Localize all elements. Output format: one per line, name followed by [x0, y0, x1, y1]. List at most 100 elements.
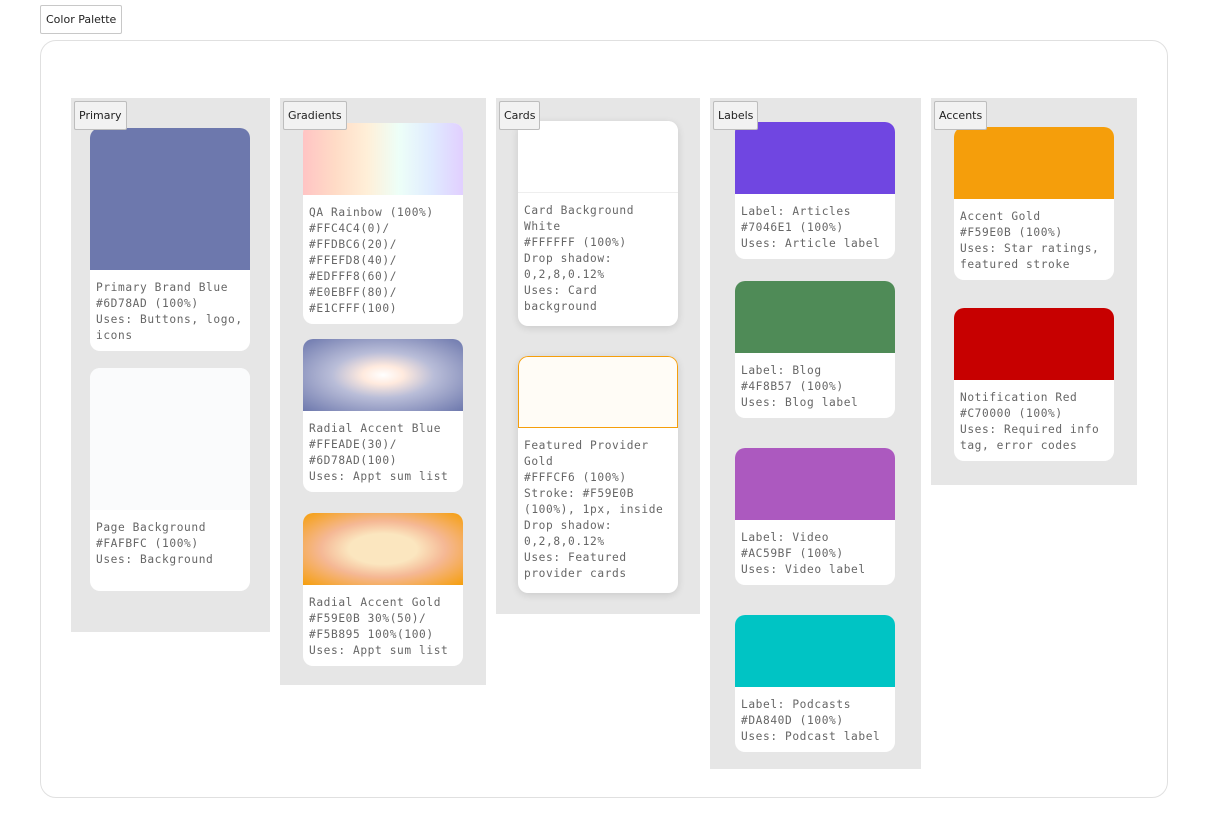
swatch-description: Card Background White #FFFFFF (100%) Dro…: [518, 193, 678, 326]
swatch-usage: Uses: Appt sum list: [309, 644, 449, 657]
group-labels: Labels Label: Articles #7046E1 (100%) Us…: [710, 98, 921, 769]
swatch-hex: #FFFFFF (100%): [524, 236, 627, 249]
swatch-title: Label: Blog: [741, 364, 822, 377]
swatch-card-label-video[interactable]: Label: Video #AC59BF (100%) Uses: Video …: [735, 448, 895, 585]
color-swatch: [518, 121, 678, 193]
swatch-card-accent-gold[interactable]: Accent Gold #F59E0B (100%) Uses: Star ra…: [954, 127, 1114, 280]
swatch-title: Accent Gold: [960, 210, 1041, 223]
swatch-title: Radial Accent Blue: [309, 422, 442, 435]
swatch-description: Radial Accent Gold #F59E0B 30%(50)/ #F5B…: [303, 585, 463, 666]
color-swatch: [735, 122, 895, 194]
group-tag-accents[interactable]: Accents: [934, 101, 988, 130]
gradient-stop: #6D78AD(100): [309, 454, 398, 467]
gradient-stop: #FFEFD8(40)/: [309, 254, 398, 267]
group-tag-cards[interactable]: Cards: [499, 101, 541, 130]
swatch-hex: #F59E0B (100%): [960, 226, 1063, 239]
gradient-stop: #E1CFFF(100): [309, 302, 398, 315]
swatch-card-notification-red[interactable]: Notification Red #C70000 (100%) Uses: Re…: [954, 308, 1114, 461]
swatch-description: Notification Red #C70000 (100%) Uses: Re…: [954, 380, 1114, 461]
swatch-title: Label: Video: [741, 531, 830, 544]
group-primary: Primary Primary Brand Blue #6D78AD (100%…: [71, 98, 270, 632]
swatch-title: Label: Podcasts: [741, 698, 852, 711]
swatch-usage: tag, error codes: [960, 439, 1078, 452]
swatch-description: Featured Provider Gold #FFFCF6 (100%) St…: [518, 428, 678, 593]
color-swatch: [518, 356, 678, 428]
swatch-usage: Uses: Required info: [960, 423, 1100, 436]
swatch-card-label-articles[interactable]: Label: Articles #7046E1 (100%) Uses: Art…: [735, 122, 895, 259]
gradient-stop: #FFDBC6(20)/: [309, 238, 398, 251]
color-swatch: [735, 615, 895, 687]
swatch-usage: provider cards: [524, 567, 627, 580]
swatch-description: Label: Articles #7046E1 (100%) Uses: Art…: [735, 194, 895, 259]
gradient-stop: #FFC4C4(0)/: [309, 222, 390, 235]
group-cards: Cards Card Background White #FFFFFF (100…: [496, 98, 700, 614]
swatch-hex: #DA840D (100%): [741, 714, 844, 727]
frame-title-tag[interactable]: Color Palette: [40, 5, 123, 34]
swatch-usage: Uses: Card: [524, 284, 598, 297]
swatch-title: Label: Articles: [741, 205, 852, 218]
swatch-hex: #4F8B57 (100%): [741, 380, 844, 393]
swatch-title: QA Rainbow (100%): [309, 206, 434, 219]
gradient-swatch: [303, 123, 463, 195]
color-swatch: [90, 128, 250, 270]
swatch-usage: Uses: Video label: [741, 563, 866, 576]
color-swatch: [954, 127, 1114, 199]
swatch-usage: icons: [96, 329, 133, 342]
swatch-shadow: Drop shadow:: [524, 252, 613, 265]
swatch-hex: #FAFBFC (100%): [96, 537, 199, 550]
swatch-title: Featured Provider: [524, 439, 649, 452]
swatch-usage: Uses: Appt sum list: [309, 470, 449, 483]
swatch-title: White: [524, 220, 561, 233]
swatch-shadow: 0,2,8,0.12%: [524, 268, 605, 281]
group-tag-primary[interactable]: Primary: [74, 101, 127, 130]
swatch-usage: Uses: Star ratings,: [960, 242, 1100, 255]
gradient-swatch: [303, 513, 463, 585]
swatch-usage: Uses: Article label: [741, 237, 881, 250]
swatch-usage: featured stroke: [960, 258, 1071, 271]
swatch-hex: #AC59BF (100%): [741, 547, 844, 560]
swatch-description: Radial Accent Blue #FFEADE(30)/ #6D78AD(…: [303, 411, 463, 492]
swatch-hex: #6D78AD (100%): [96, 297, 199, 310]
swatch-usage: background: [524, 300, 598, 313]
swatch-card-radial-accent-blue[interactable]: Radial Accent Blue #FFEADE(30)/ #6D78AD(…: [303, 339, 463, 492]
swatch-card-page-background[interactable]: Page Background #FAFBFC (100%) Uses: Bac…: [90, 368, 250, 591]
swatch-stroke: Stroke: #F59E0B: [524, 487, 635, 500]
swatch-description: Label: Podcasts #DA840D (100%) Uses: Pod…: [735, 687, 895, 752]
color-swatch: [735, 281, 895, 353]
swatch-card-featured-provider-gold[interactable]: Featured Provider Gold #FFFCF6 (100%) St…: [518, 356, 678, 593]
swatch-card-radial-accent-gold[interactable]: Radial Accent Gold #F59E0B 30%(50)/ #F5B…: [303, 513, 463, 666]
swatch-card-label-podcasts[interactable]: Label: Podcasts #DA840D (100%) Uses: Pod…: [735, 615, 895, 752]
swatch-description: Primary Brand Blue #6D78AD (100%) Uses: …: [90, 270, 250, 351]
swatch-usage: Uses: Podcast label: [741, 730, 881, 743]
swatch-title: Card Background: [524, 204, 635, 217]
group-tag-labels[interactable]: Labels: [713, 101, 759, 130]
swatch-shadow: Drop shadow:: [524, 519, 613, 532]
swatch-hex: #FFFCF6 (100%): [524, 471, 627, 484]
swatch-stroke: (100%), 1px, inside: [524, 503, 664, 516]
swatch-title: Primary Brand Blue: [96, 281, 229, 294]
group-accents: Accents Accent Gold #F59E0B (100%) Uses:…: [931, 98, 1137, 485]
color-swatch: [954, 308, 1114, 380]
swatch-title: Page Background: [96, 521, 207, 534]
swatch-usage: Uses: Buttons, logo,: [96, 313, 243, 326]
swatch-title: Radial Accent Gold: [309, 596, 442, 609]
swatch-description: Page Background #FAFBFC (100%) Uses: Bac…: [90, 510, 250, 591]
swatch-hex: #7046E1 (100%): [741, 221, 844, 234]
group-tag-gradients[interactable]: Gradients: [283, 101, 347, 130]
swatch-card-qa-rainbow[interactable]: QA Rainbow (100%) #FFC4C4(0)/ #FFDBC6(20…: [303, 123, 463, 324]
swatch-card-label-blog[interactable]: Label: Blog #4F8B57 (100%) Uses: Blog la…: [735, 281, 895, 418]
swatch-description: Label: Blog #4F8B57 (100%) Uses: Blog la…: [735, 353, 895, 418]
swatch-card-card-background[interactable]: Card Background White #FFFFFF (100%) Dro…: [518, 121, 678, 326]
swatch-shadow: 0,2,8,0.12%: [524, 535, 605, 548]
swatch-title: Notification Red: [960, 391, 1078, 404]
swatch-description: QA Rainbow (100%) #FFC4C4(0)/ #FFDBC6(20…: [303, 195, 463, 324]
gradient-stop: #FFEADE(30)/: [309, 438, 398, 451]
swatch-description: Accent Gold #F59E0B (100%) Uses: Star ra…: [954, 199, 1114, 280]
gradient-stop: #E0EBFF(80)/: [309, 286, 398, 299]
gradient-stop: #F59E0B 30%(50)/: [309, 612, 427, 625]
swatch-card-primary-brand-blue[interactable]: Primary Brand Blue #6D78AD (100%) Uses: …: [90, 128, 250, 351]
gradient-stop: #F5B895 100%(100): [309, 628, 434, 641]
swatch-title: Gold: [524, 455, 554, 468]
swatch-usage: Uses: Featured: [524, 551, 627, 564]
swatch-description: Label: Video #AC59BF (100%) Uses: Video …: [735, 520, 895, 585]
